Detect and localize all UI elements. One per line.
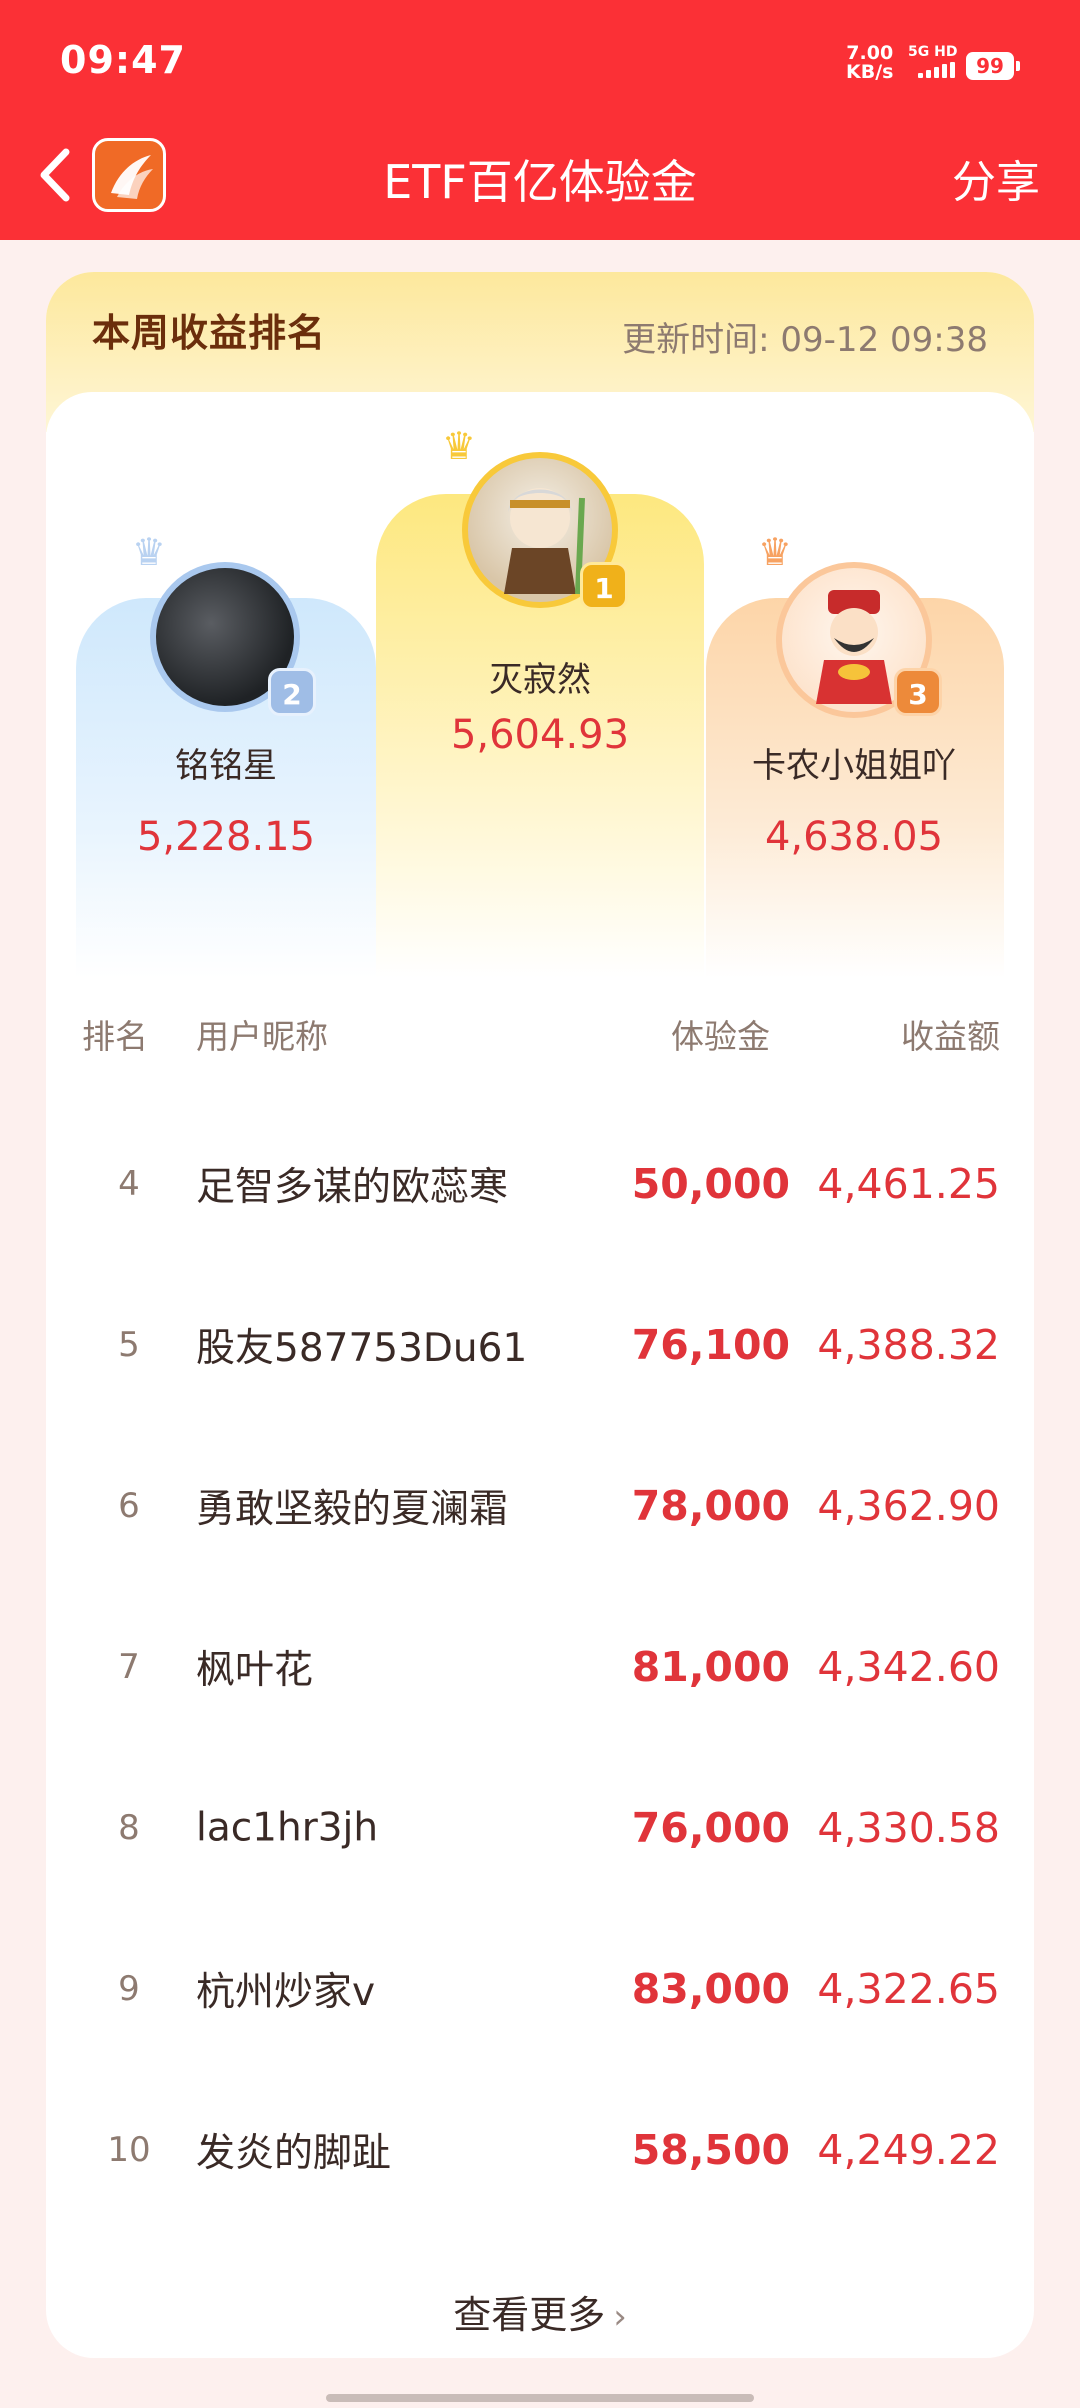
podium-name-2: 铭铭星 xyxy=(175,746,277,786)
rank-badge-2: 2 xyxy=(268,668,316,716)
rank-badge-1: 1 xyxy=(580,562,628,610)
crown-icon: ♛ xyxy=(132,530,167,574)
row-rank: 9 xyxy=(118,1969,140,2009)
row-nickname: lac1hr3jh xyxy=(196,1805,379,1851)
table-row[interactable]: 9 杭州炒家v 83,000 4,322.65 xyxy=(46,1909,1034,2069)
row-amount: 78,000 xyxy=(631,1482,790,1530)
row-rank: 4 xyxy=(118,1164,140,1204)
row-profit: 4,330.58 xyxy=(817,1804,1000,1852)
row-rank: 5 xyxy=(118,1325,140,1365)
row-profit: 4,362.90 xyxy=(817,1482,1000,1530)
row-amount: 81,000 xyxy=(631,1643,790,1691)
podium-name-1: 灭寂然 xyxy=(489,660,591,700)
row-rank: 10 xyxy=(107,2130,151,2170)
podium-score-3: 4,638.05 xyxy=(764,814,944,860)
row-rank: 8 xyxy=(118,1808,140,1848)
row-amount: 50,000 xyxy=(631,1160,790,1208)
ranking-title: 本周收益排名 xyxy=(92,302,329,358)
table-row[interactable]: 5 股友587753Du61 76,100 4,388.32 xyxy=(46,1265,1034,1425)
rank-badge-3: 3 xyxy=(894,668,942,716)
page-title: ETF百亿体验金 xyxy=(383,155,697,209)
podium-score-1: 5,604.93 xyxy=(450,712,630,758)
signal-icon xyxy=(918,62,955,78)
share-button[interactable]: 分享 xyxy=(952,146,1040,210)
row-rank: 6 xyxy=(118,1486,140,1526)
row-nickname: 枫叶花 xyxy=(196,1648,314,1693)
view-more-label: 查看更多 xyxy=(453,2293,606,2337)
row-amount: 76,000 xyxy=(631,1804,790,1852)
row-amount: 83,000 xyxy=(631,1965,790,2013)
row-nickname: 勇敢坚毅的夏澜霜 xyxy=(196,1487,509,1532)
status-time: 09:47 xyxy=(60,38,186,82)
column-profit: 收益额 xyxy=(901,1017,1000,1056)
column-rank: 排名 xyxy=(82,1017,148,1056)
network-speed-unit: KB/s xyxy=(846,61,894,83)
column-amount: 体验金 xyxy=(671,1017,770,1056)
table-row[interactable]: 10 发炎的脚趾 58,500 4,249.22 xyxy=(46,2070,1034,2230)
row-nickname: 发炎的脚趾 xyxy=(196,2131,392,2176)
row-rank: 7 xyxy=(118,1647,140,1687)
table-row[interactable]: 7 枫叶花 81,000 4,342.60 xyxy=(46,1587,1034,1747)
row-amount: 58,500 xyxy=(631,2126,790,2174)
app-header: 09:47 7.00 KB/s 5G HD 99 ETF百亿体验金 分享 xyxy=(0,0,1080,240)
chevron-right-icon: › xyxy=(613,2297,627,2337)
row-nickname: 杭州炒家v xyxy=(196,1970,376,2015)
home-indicator[interactable] xyxy=(326,2394,754,2402)
table-row[interactable]: 8 lac1hr3jh 76,000 4,330.58 xyxy=(46,1748,1034,1908)
row-profit: 4,342.60 xyxy=(817,1643,1000,1691)
network-speed: 7.00 KB/s xyxy=(846,44,893,82)
view-more-button[interactable]: 查看更多 › xyxy=(0,2284,1080,2339)
signal-label: 5G HD xyxy=(908,44,958,60)
battery-icon: 99 xyxy=(966,52,1020,80)
row-profit: 4,322.65 xyxy=(817,1965,1000,2013)
column-nickname: 用户昵称 xyxy=(196,1017,328,1056)
row-profit: 4,388.32 xyxy=(817,1321,1000,1369)
row-profit: 4,249.22 xyxy=(817,2126,1000,2174)
row-profit: 4,461.25 xyxy=(817,1160,1000,1208)
podium-name-3: 卡农小姐姐吖 xyxy=(752,746,956,786)
row-amount: 76,100 xyxy=(631,1321,790,1369)
podium-score-2: 5,228.15 xyxy=(136,814,316,860)
row-nickname: 足智多谋的欧蕊寒 xyxy=(196,1165,509,1210)
update-time: 更新时间: 09-12 09:38 xyxy=(622,320,988,360)
table-row[interactable]: 4 足智多谋的欧蕊寒 50,000 4,461.25 xyxy=(46,1104,1034,1264)
table-row[interactable]: 6 勇敢坚毅的夏澜霜 78,000 4,362.90 xyxy=(46,1426,1034,1586)
row-nickname: 股友587753Du61 xyxy=(196,1326,528,1371)
